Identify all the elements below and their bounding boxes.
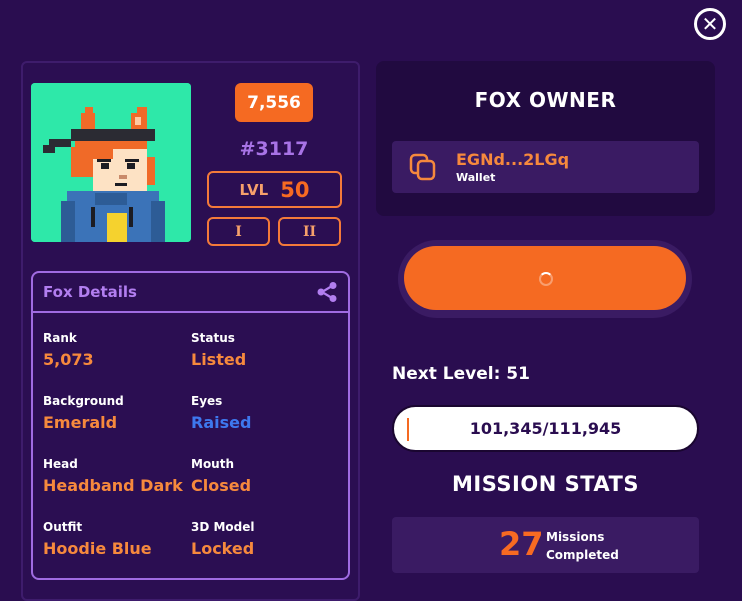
level-indicator: LVL 50 [207,171,342,208]
share-icon[interactable] [316,281,338,303]
level-label: LVL [239,180,269,199]
action-button-frame [398,240,692,318]
fox-owner-card: FOX OWNER EGNd...2LGq Wallet [376,61,715,216]
close-icon: ✕ [701,12,719,36]
wallet-label: Wallet [456,171,496,184]
attribute-head: Head Headband Dark [43,457,191,495]
close-button[interactable]: ✕ [694,8,726,40]
attribute-value: Hoodie Blue [43,539,152,558]
missions-label-line2: Completed [546,548,619,562]
attribute-value: Raised [191,413,252,432]
attribute-label: Mouth [191,457,235,471]
fox-details-card: Fox Details Rank 5,073 Status Listed Bac… [31,271,350,580]
attribute-eyes: Eyes Raised [191,394,341,432]
xp-progress-bar: 101,345/111,945 [392,405,699,452]
attribute-label: Eyes [191,394,223,408]
attribute-label: Rank [43,331,77,345]
attribute-outfit: Outfit Hoodie Blue [43,520,191,558]
next-level-label: Next Level: 51 [392,364,530,384]
attribute-value: Locked [191,539,255,558]
fox-details-header: Fox Details [33,273,348,313]
fox-details-title: Fox Details [43,283,137,301]
attribute-value: Headband Dark [43,476,183,495]
attribute-value: Emerald [43,413,118,432]
mission-stats-box: 27 Missions Completed [392,517,699,573]
wallet-address: EGNd...2LGq [456,150,570,169]
missions-count: 27 [499,525,544,563]
tier-button-ii[interactable]: II [278,217,341,246]
xp-progress-text: 101,345/111,945 [469,419,622,438]
attribute-status: Status Listed [191,331,341,369]
loading-spinner-icon [539,272,553,286]
mission-stats-title: MISSION STATS [452,472,639,496]
attribute-3d-model: 3D Model Locked [191,520,341,558]
price-badge: 7,556 [235,83,313,122]
attribute-label: Outfit [43,520,83,534]
attribute-grid: Rank 5,073 Status Listed Background Emer… [43,331,343,558]
attribute-background: Background Emerald [43,394,191,432]
wallet-box[interactable]: EGNd...2LGq Wallet [392,141,699,193]
attribute-rank: Rank 5,073 [43,331,191,369]
attribute-label: Background [43,394,124,408]
fox-owner-title: FOX OWNER [474,88,617,112]
copy-icon[interactable] [408,152,438,182]
attribute-value: 5,073 [43,350,94,369]
tier-button-i[interactable]: I [207,217,270,246]
action-button[interactable] [404,246,686,310]
missions-label-line1: Missions [546,530,605,544]
attribute-value: Closed [191,476,252,495]
attribute-label: Head [43,457,78,471]
missions-label: Missions Completed [546,528,619,564]
attribute-value: Listed [191,350,247,369]
fox-avatar [31,83,191,242]
attribute-label: 3D Model [191,520,255,534]
attribute-mouth: Mouth Closed [191,457,341,495]
token-id: #3117 [239,138,309,160]
attribute-label: Status [191,331,235,345]
level-value: 50 [280,177,310,202]
